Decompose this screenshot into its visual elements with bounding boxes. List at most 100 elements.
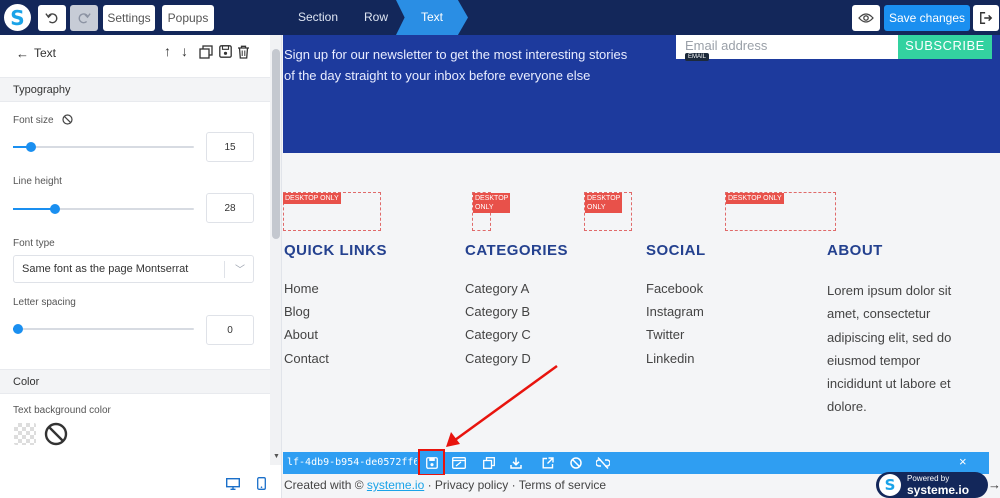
- no-color-icon[interactable]: [44, 422, 68, 446]
- line-height-slider-thumb[interactable]: [49, 204, 60, 214]
- footer-link-twitter[interactable]: Twitter: [646, 327, 684, 342]
- scroll-down-icon[interactable]: ▼: [273, 453, 280, 460]
- top-bar: S Settings Popups Section Row Text Save …: [0, 0, 1000, 35]
- desktop-only-badge: DESKTOP ONLY: [726, 193, 784, 204]
- redo-icon: [78, 13, 91, 24]
- color-header: Color: [13, 376, 40, 388]
- footer-link-category-b[interactable]: Category B: [465, 304, 530, 319]
- systeme-link[interactable]: systeme.io: [367, 478, 424, 492]
- save-icon[interactable]: [219, 45, 232, 58]
- newsletter-text[interactable]: Sign up for our newsletter to get the mo…: [284, 45, 634, 86]
- desktop-icon[interactable]: [226, 478, 240, 490]
- footer-link-category-a[interactable]: Category A: [465, 281, 529, 296]
- letter-spacing-slider[interactable]: [13, 324, 194, 334]
- footer-link-category-c[interactable]: Category C: [465, 327, 531, 342]
- footer-links[interactable]: · Privacy policy · Terms of service: [424, 478, 607, 492]
- exit-button[interactable]: [973, 5, 999, 31]
- font-size-label: Font size: [13, 115, 54, 126]
- footer-link-home[interactable]: Home: [284, 281, 319, 296]
- edit-icon: [452, 457, 466, 469]
- line-height-label: Line height: [13, 176, 62, 187]
- desktop-only-badge: DESKTOP ONLY: [585, 193, 623, 213]
- preview-button[interactable]: [852, 5, 880, 31]
- line-height-input[interactable]: 28: [206, 193, 254, 223]
- font-type-label: Font type: [13, 238, 55, 249]
- move-up-icon[interactable]: ↑: [164, 43, 171, 59]
- transparent-swatch-icon[interactable]: [14, 423, 36, 445]
- back-arrow-icon[interactable]: ←: [16, 46, 29, 61]
- powered-by-badge[interactable]: S Powered by systeme.io: [876, 472, 988, 498]
- text-bg-label: Text background color: [13, 405, 111, 416]
- save-changes-button[interactable]: Save changes: [884, 5, 970, 31]
- unlink-button[interactable]: [594, 454, 612, 472]
- reset-icon[interactable]: [62, 114, 73, 125]
- about-text[interactable]: Lorem ipsum dolor sit amet, consectetur …: [827, 279, 977, 419]
- undo-button[interactable]: [38, 5, 66, 31]
- line-height-slider[interactable]: [13, 204, 194, 214]
- font-size-slider[interactable]: [13, 142, 194, 152]
- created-with-text: Created with ©: [284, 478, 364, 492]
- color-section-header[interactable]: Color: [0, 369, 270, 394]
- footer-link-about[interactable]: About: [284, 327, 318, 342]
- footer-link-category-d[interactable]: Category D: [465, 351, 531, 366]
- typography-section-header[interactable]: Typography: [0, 77, 270, 102]
- panel-title: Text: [34, 46, 57, 60]
- download-button[interactable]: [507, 454, 525, 472]
- external-link-button[interactable]: [539, 454, 557, 472]
- desktop-only-badge: DESKTOP ONLY: [283, 193, 341, 204]
- footer-link-blog[interactable]: Blog: [284, 304, 310, 319]
- mobile-icon[interactable]: [257, 477, 266, 490]
- block-icon: [570, 457, 582, 469]
- breadcrumb-section[interactable]: Section: [298, 0, 338, 35]
- external-link-icon: [542, 457, 554, 469]
- badge-line: DESKTOP: [587, 195, 621, 202]
- page-canvas: Sign up for our newsletter to get the mo…: [283, 35, 1000, 498]
- undo-icon: [45, 13, 58, 24]
- footer-text: Created with © systeme.io · Privacy poli…: [284, 478, 606, 492]
- letter-spacing-input[interactable]: 0: [206, 315, 254, 345]
- typography-header: Typography: [13, 84, 71, 96]
- font-type-select[interactable]: Same font as the page Montserrat ﹀: [13, 255, 254, 283]
- social-heading: SOCIAL: [646, 242, 706, 259]
- panel-scrollbar-thumb[interactable]: [272, 49, 280, 239]
- edit-button[interactable]: [450, 454, 468, 472]
- logo-letter: S: [10, 5, 25, 30]
- move-down-icon[interactable]: ↓: [181, 43, 188, 59]
- subscribe-button[interactable]: SUBSCRIBE: [898, 35, 992, 59]
- redo-button[interactable]: [70, 5, 98, 31]
- categories-heading: CATEGORIES: [465, 242, 569, 259]
- footer-link-contact[interactable]: Contact: [284, 351, 329, 366]
- breadcrumb-text[interactable]: Text: [396, 0, 468, 35]
- quick-links-heading: QUICK LINKS: [284, 242, 387, 259]
- save-as-block-button[interactable]: [418, 449, 445, 476]
- powered-by-text: Powered by: [907, 474, 950, 483]
- duplicate-icon[interactable]: [199, 45, 213, 59]
- desktop-only-badge: DESKTOP ONLY: [473, 193, 511, 213]
- hide-button[interactable]: [567, 454, 585, 472]
- settings-panel: ← Text ↑ ↓ Typography Font size 15 Line …: [0, 35, 282, 498]
- footer-link-facebook[interactable]: Facebook: [646, 281, 703, 296]
- delete-icon[interactable]: [237, 45, 250, 59]
- powered-brand: systeme.io: [907, 483, 970, 497]
- badge-line: ONLY: [475, 204, 494, 211]
- email-input[interactable]: Email address: [676, 35, 898, 59]
- font-size-input[interactable]: 15: [206, 132, 254, 162]
- logo[interactable]: S: [4, 4, 31, 31]
- panel-scrollbar[interactable]: [270, 35, 281, 465]
- badge-line: DESKTOP: [475, 195, 509, 202]
- footer-link-instagram[interactable]: Instagram: [646, 304, 704, 319]
- panel-header: ← Text ↑ ↓: [0, 35, 270, 73]
- popups-button[interactable]: Popups: [162, 5, 214, 31]
- close-toolbar-button[interactable]: ×: [959, 454, 967, 469]
- arrow-right-icon[interactable]: →: [988, 477, 1000, 492]
- breadcrumb-row[interactable]: Row: [364, 0, 388, 35]
- footer-link-linkedin[interactable]: Linkedin: [646, 351, 694, 366]
- select-divider: [224, 261, 225, 278]
- copy-button[interactable]: [480, 454, 498, 472]
- eye-icon: [858, 13, 874, 23]
- powered-logo: S: [879, 474, 901, 496]
- settings-button[interactable]: Settings: [103, 5, 155, 31]
- font-size-slider-thumb[interactable]: [26, 142, 37, 152]
- newsletter-section[interactable]: Sign up for our newsletter to get the mo…: [283, 35, 1000, 153]
- letter-spacing-slider-thumb[interactable]: [13, 324, 24, 334]
